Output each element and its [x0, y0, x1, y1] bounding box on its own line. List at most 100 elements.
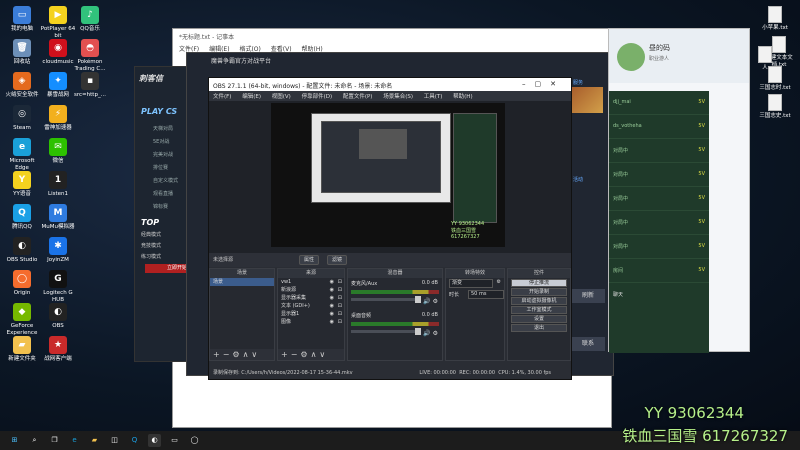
obs-menu-item[interactable]: 帮助(H)	[453, 94, 472, 100]
desktop-icon-label: 雷神加速器	[44, 125, 72, 131]
desktop-icon[interactable]: ◉ cloudmusic	[40, 39, 76, 66]
obs-menu-item[interactable]: 编辑(E)	[242, 94, 261, 100]
windows-start-icon[interactable]: ⊞	[8, 434, 21, 447]
sources-dock-footer[interactable]: +−⚙∧∨	[278, 349, 344, 360]
desktop-file-icon[interactable]: 三国志时.txt	[758, 66, 792, 92]
source-row[interactable]: 显示器1 ◉ ⊡	[278, 310, 344, 318]
app-taskbar-icon[interactable]: ◯	[188, 434, 201, 447]
store-icon[interactable]: ◫	[108, 434, 121, 447]
edge-icon[interactable]: e	[68, 434, 81, 447]
desktop-icon-label: 新建文件夹	[8, 356, 36, 362]
desktop: ▭ 我的电脑 ▶ PotPlayer 64 bit ♪ QQ音乐 🗑 回收站 ◉ cloudmus…	[0, 0, 800, 445]
source-row[interactable]: 文本 (GDI+) ◉ ⊡	[278, 302, 344, 310]
chat-window[interactable]: 昼的码 职业游人 djj_mai 5V ds_votheha 5V 对局中 5V 对局…	[608, 28, 750, 353]
server-link[interactable]: 活动	[573, 176, 609, 183]
desktop-icon[interactable]: ⚡ 雷神加速器	[40, 105, 76, 132]
speaker-icon[interactable]: 🔊 ⚙	[423, 330, 438, 337]
properties-button[interactable]: 属性	[299, 255, 320, 265]
desktop-icon[interactable]: ◐ OBS Studio	[4, 237, 40, 264]
volume-slider[interactable]	[351, 328, 421, 335]
desktop-icon[interactable]: ▶ PotPlayer 64 bit	[40, 6, 76, 39]
exit-button[interactable]: 退出	[511, 324, 567, 332]
desktop-icon[interactable]: ♪ QQ音乐	[72, 6, 108, 33]
volume-meter	[351, 322, 439, 326]
obs-preview[interactable]: YY 93062344 铁血三国雪 617267327	[209, 101, 571, 253]
desktop-icon[interactable]: ◐ OBS	[40, 303, 76, 330]
desktop-icon[interactable]: ✱ JoyinZM	[40, 237, 76, 264]
stop-streaming-button[interactable]: 停止推流	[511, 279, 567, 287]
app-taskbar-icon[interactable]: ▭	[168, 434, 181, 447]
obs-menu-item[interactable]: 配置文件(P)	[343, 94, 373, 100]
desktop-icon[interactable]: ◓ Pokémon Trading C...	[72, 39, 108, 72]
desktop-file-icon[interactable]: 三国志史.txt	[758, 94, 792, 120]
desktop-icon[interactable]: ✦ 暴雪战网	[40, 72, 76, 99]
obs-taskbar-icon[interactable]: ◐	[148, 434, 161, 447]
list-item[interactable]: djj_mai 5V	[609, 91, 709, 115]
volume-slider[interactable]	[351, 296, 421, 303]
obs-menu-item[interactable]: 停靠部件(D)	[302, 94, 333, 100]
desktop-icon[interactable]: Q 腾讯QQ	[4, 204, 40, 231]
transition-type-select[interactable]: 渐变	[449, 279, 493, 288]
duration-input[interactable]: 50 ms	[468, 290, 504, 299]
desktop-icon[interactable]: ★ 战网客户端	[40, 336, 76, 363]
server-refresh-button[interactable]: 刷新	[571, 289, 605, 303]
virtual-camera-button[interactable]: 启动虚拟摄像机	[511, 297, 567, 305]
start-recording-button[interactable]: 开始录制	[511, 288, 567, 296]
desktop-icon-label: Pokémon Trading C...	[74, 59, 106, 72]
source-row[interactable]: 图像 ◉ ⊡	[278, 318, 344, 326]
window-controls[interactable]: –▢✕	[522, 80, 565, 88]
explorer-icon[interactable]: ▰	[88, 434, 101, 447]
desktop-icon[interactable]: ▰ 新建文件夹	[4, 336, 40, 363]
studio-mode-button[interactable]: 工作室模式	[511, 306, 567, 314]
taskview-icon[interactable]: ❐	[48, 434, 61, 447]
source-row[interactable]: 显示器采集 ◉ ⊡	[278, 294, 344, 302]
scenes-dock-footer[interactable]: +−⚙∧∨	[210, 349, 274, 360]
list-item[interactable]: ds_votheha 5V	[609, 115, 709, 139]
desktop-icon[interactable]: 1 Listen1	[40, 171, 76, 198]
chat-name: 昼的码	[649, 44, 670, 52]
desktop-icon[interactable]: Y YY语音	[4, 171, 40, 198]
obs-menu-item[interactable]: 工具(T)	[424, 94, 443, 100]
desktop-icon[interactable]: ▭ 我的电脑	[4, 6, 40, 33]
desktop-icon[interactable]: 🗑 回收站	[4, 39, 40, 66]
preview-nested	[359, 129, 407, 159]
search-icon[interactable]: ⌕	[28, 434, 41, 447]
list-item[interactable]: 对局中 5V	[609, 211, 709, 235]
speaker-icon[interactable]: 🔊 ⚙	[423, 298, 438, 305]
obs-menu-item[interactable]: 视图(V)	[272, 94, 291, 100]
desktop-icon[interactable]: G Logitech G HUB	[40, 270, 76, 303]
list-item[interactable]: 房间 5V	[609, 259, 709, 283]
desktop-icon[interactable]: ◎ Steam	[4, 105, 40, 132]
desktop-icon[interactable]: ✉ 微信	[40, 138, 76, 165]
desktop-icon[interactable]: ◆ GeForce Experience	[4, 303, 40, 336]
filters-button[interactable]: 滤镜	[327, 255, 348, 265]
desktop-icon[interactable]: e Microsoft Edge	[4, 138, 40, 171]
source-row[interactable]: 新浪源 ◉ ⊡	[278, 286, 344, 294]
desktop-icon[interactable]: ▪ src=http_...	[72, 72, 108, 99]
desktop-icon-label: 回收站	[13, 59, 31, 65]
qq-icon[interactable]: Q	[128, 434, 141, 447]
mixer-channel-db: 0.0 dB	[421, 312, 438, 318]
list-item[interactable]: 对局中 5V	[609, 235, 709, 259]
scene-item[interactable]: 场景	[210, 278, 274, 286]
obs-menu-item[interactable]: 文件(F)	[213, 94, 231, 100]
settings-button[interactable]: 设置	[511, 315, 567, 323]
desktop-file-icon[interactable]: 小苹果.txt	[758, 6, 792, 32]
server-link[interactable]: 服务	[573, 79, 609, 86]
obs-window[interactable]: OBS 27.1.1 (64-bit, windows) - 配置文件: 未命名…	[208, 77, 572, 380]
obs-menu-item[interactable]: 场景集合(S)	[383, 94, 413, 100]
list-item[interactable]: 对局中 5V	[609, 139, 709, 163]
source-row[interactable]: vw1 ◉ ⊡	[278, 278, 344, 286]
server-bottom-button[interactable]: 联系	[571, 337, 605, 351]
app-icon: ▰	[13, 336, 31, 354]
desktop-icon[interactable]: ◯ Origin	[4, 270, 40, 297]
app-icon: ◉	[49, 39, 67, 57]
chat-avatar[interactable]	[617, 43, 645, 71]
chat-member-list: djj_mai 5V ds_votheha 5V 对局中 5V 对局中 5V 对局中 5V…	[609, 91, 709, 353]
desktop-icon[interactable]: ◈ 火绒安全软件	[4, 72, 40, 99]
list-item[interactable]: 对局中 5V	[609, 187, 709, 211]
list-item[interactable]: 对局中 5V	[609, 163, 709, 187]
desktop-icon-label: Listen1	[48, 191, 68, 197]
desktop-icon[interactable]: M MuMu模拟器	[40, 204, 76, 231]
gear-icon[interactable]: ⚙	[497, 279, 501, 285]
